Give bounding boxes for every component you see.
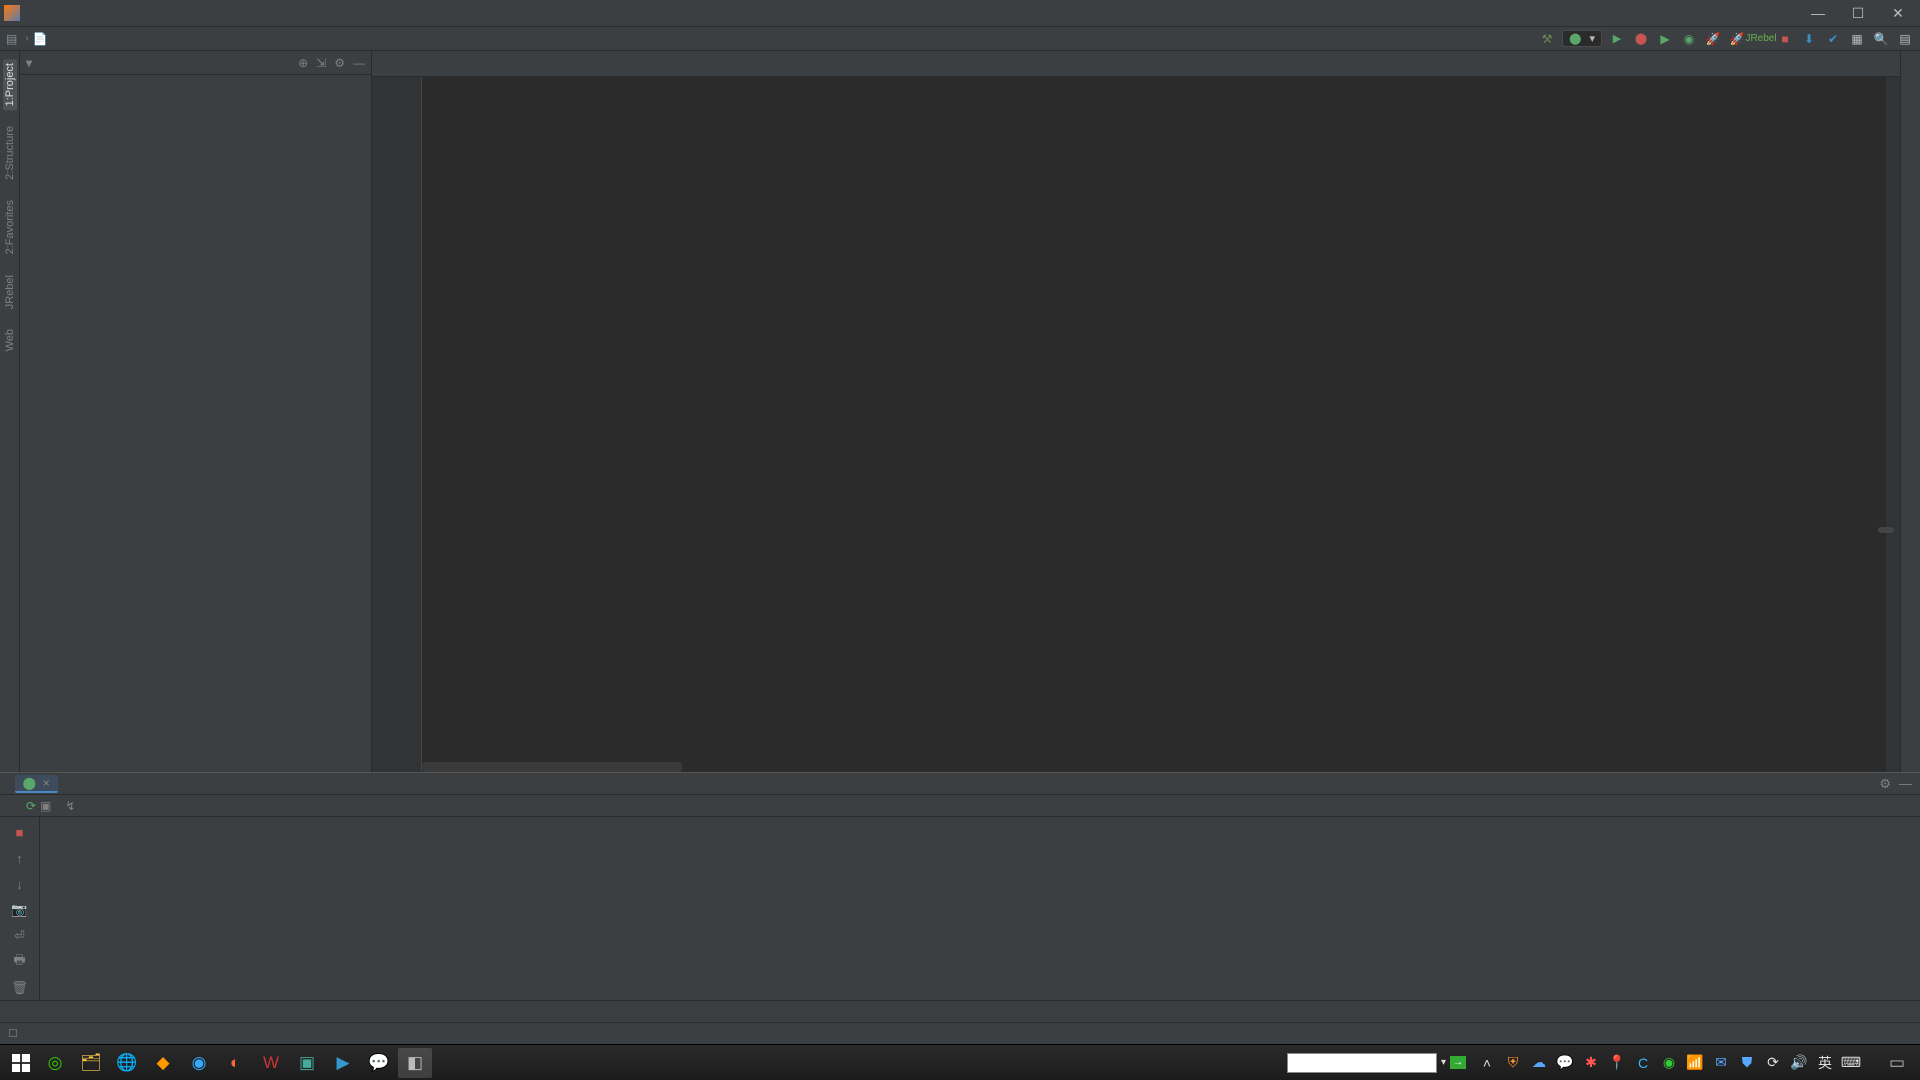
- tray-ime-icon[interactable]: ⌨: [1842, 1054, 1860, 1072]
- code-editor[interactable]: [422, 77, 1886, 772]
- tray-refresh-icon[interactable]: ⟳: [1764, 1054, 1782, 1072]
- profile-button[interactable]: ◉: [1680, 30, 1698, 48]
- project-toolwindow-button[interactable]: 1:Project: [3, 59, 17, 110]
- address-input[interactable]: [1287, 1053, 1437, 1073]
- tray-cloud-icon[interactable]: ☁: [1530, 1054, 1548, 1072]
- taskbar-chrome-icon[interactable]: 🌐: [110, 1048, 144, 1078]
- jrebel-debug-icon[interactable]: 🚀: [1728, 30, 1746, 48]
- coverage-button[interactable]: ▶: [1656, 30, 1674, 48]
- endpoints-subtab[interactable]: ↯: [65, 799, 75, 813]
- taskbar-sublime-icon[interactable]: ◆: [146, 1048, 180, 1078]
- console-subtab[interactable]: ▣: [40, 799, 51, 813]
- tray-c-icon[interactable]: C: [1634, 1054, 1652, 1072]
- hammer-icon[interactable]: ⚒: [1538, 30, 1556, 48]
- favorites-toolwindow-button[interactable]: 2:Favorites: [3, 196, 17, 258]
- stop-icon[interactable]: ■: [11, 823, 29, 841]
- trash-icon[interactable]: 🗑: [11, 979, 29, 997]
- debug-button[interactable]: [1632, 30, 1650, 48]
- taskbar-edge-icon[interactable]: ◉: [182, 1048, 216, 1078]
- windows-taskbar: ◎ 🗂 🌐 ◆ ◉ ◐ W ▣ ▶ 💬 ◧ ▾ → ˄ ⛨ ☁ 💬 ✱ 📍 C …: [0, 1044, 1920, 1080]
- left-toolwindow-strip: 1:Project 2:Structure 2:Favorites JRebel…: [0, 51, 20, 772]
- line-gutter: [372, 77, 422, 772]
- git-update-icon[interactable]: ⬇: [1800, 30, 1818, 48]
- run-left-toolbar: ■ ↑ ↓ 📷 ⏎ 🖶 🗑: [0, 817, 40, 1000]
- run-config-selector[interactable]: ⬤ ▾: [1562, 30, 1602, 47]
- project-header[interactable]: [26, 56, 32, 70]
- up-icon[interactable]: ↑: [11, 849, 29, 867]
- breadcrumb: ▤ › 📄: [6, 32, 52, 46]
- vertical-scrollbar[interactable]: [1886, 77, 1900, 772]
- taskbar-wechat-icon[interactable]: 💬: [362, 1048, 396, 1078]
- tray-volume-icon[interactable]: 🔊: [1790, 1054, 1808, 1072]
- structure-toolwindow-button[interactable]: 2:Structure: [3, 122, 17, 184]
- tray-pin-icon[interactable]: 📍: [1608, 1054, 1626, 1072]
- taskbar-wps-icon[interactable]: W: [254, 1048, 288, 1078]
- project-panel: ⊕ ⇲ ⚙ —: [20, 51, 372, 772]
- title-bar: — ☐ ✕: [0, 0, 1920, 27]
- hide-icon[interactable]: —: [353, 56, 365, 70]
- jrebel-icon[interactable]: JRebel: [1752, 30, 1770, 48]
- folder-icon: ▤: [6, 32, 17, 46]
- run-hide-icon[interactable]: —: [1899, 776, 1912, 792]
- close-button[interactable]: ✕: [1880, 2, 1916, 24]
- taskbar-explorer-icon[interactable]: 🗂: [74, 1048, 108, 1078]
- tray-shield-icon[interactable]: ⛨: [1504, 1054, 1522, 1072]
- nav-bar: ▤ › 📄 ⚒ ⬤ ▾ ▶ ◉ 🚀 🚀 JRebel ■ ⬇ ✔ ▦ 🔍: [0, 27, 1920, 51]
- editor-zone: [372, 51, 1900, 772]
- taskbar-idea-icon[interactable]: ◧: [398, 1048, 432, 1078]
- taskbar-notifications-icon[interactable]: ▭: [1880, 1048, 1914, 1078]
- tray-wecom-icon[interactable]: ◉: [1660, 1054, 1678, 1072]
- status-bar: ☐: [0, 1022, 1920, 1044]
- tray-up-icon[interactable]: ˄: [1478, 1054, 1496, 1072]
- run-panel: ⬤ × ⚙ — ⟳ ▣ ↯ ■ ↑ ↓ 📷 ⏎ 🖶 🗑: [0, 772, 1920, 1000]
- tray-safe-icon[interactable]: ⛊: [1738, 1054, 1756, 1072]
- wrap-icon[interactable]: ⏎: [11, 927, 29, 945]
- file-icon: 📄: [33, 32, 48, 46]
- run-config-tab[interactable]: ⬤ ×: [15, 775, 58, 793]
- gear-icon[interactable]: ⚙: [334, 56, 345, 70]
- tray-net-icon[interactable]: 📶: [1686, 1054, 1704, 1072]
- rerun-icon[interactable]: ⟳: [26, 799, 36, 813]
- chevron-down-icon: ▾: [1589, 32, 1595, 45]
- expand-icon[interactable]: ⇲: [316, 56, 326, 70]
- dropdown-icon[interactable]: ▾: [1441, 1057, 1446, 1068]
- down-icon[interactable]: ↓: [11, 875, 29, 893]
- project-tree[interactable]: [20, 75, 371, 772]
- taskbar-app1-icon[interactable]: ◐: [218, 1048, 252, 1078]
- tray-mail-icon[interactable]: ✉: [1712, 1054, 1730, 1072]
- jrebel-toolwindow-button[interactable]: JRebel: [3, 271, 17, 313]
- ime-badge: [1878, 527, 1894, 533]
- chevron-right-icon: ›: [25, 33, 28, 44]
- settings-icon[interactable]: ▤: [1896, 30, 1914, 48]
- editor-tabs: [372, 51, 1900, 77]
- bottom-toolstrip: [0, 1000, 1920, 1022]
- right-toolwindow-strip: [1900, 51, 1920, 772]
- jrebel-run-icon[interactable]: 🚀: [1704, 30, 1722, 48]
- maximize-button[interactable]: ☐: [1840, 2, 1876, 24]
- go-icon[interactable]: →: [1450, 1056, 1466, 1069]
- run-button[interactable]: [1608, 30, 1626, 48]
- tray-lang-icon[interactable]: 英: [1816, 1054, 1834, 1072]
- taskbar-360-icon[interactable]: ◎: [38, 1048, 72, 1078]
- camera-icon[interactable]: 📷: [11, 901, 29, 919]
- taskbar-video-icon[interactable]: ▶: [326, 1048, 360, 1078]
- horizontal-scrollbar[interactable]: [422, 762, 682, 772]
- minimize-button[interactable]: —: [1800, 2, 1836, 24]
- app-logo-icon: [4, 5, 20, 21]
- status-progress-icon: ☐: [8, 1027, 21, 1040]
- start-button[interactable]: [6, 1049, 36, 1077]
- locate-icon[interactable]: ⊕: [298, 56, 308, 70]
- search-icon[interactable]: 🔍: [1872, 30, 1890, 48]
- run-gear-icon[interactable]: ⚙: [1879, 776, 1891, 792]
- taskbar-teams-icon[interactable]: ▣: [290, 1048, 324, 1078]
- web-toolwindow-button[interactable]: Web: [3, 325, 17, 355]
- tray-puzzle-icon[interactable]: ✱: [1582, 1054, 1600, 1072]
- print-icon[interactable]: 🖶: [11, 953, 29, 971]
- tray-chat-icon[interactable]: 💬: [1556, 1054, 1574, 1072]
- stop-button[interactable]: ■: [1776, 30, 1794, 48]
- git-push-icon[interactable]: ✔: [1824, 30, 1842, 48]
- layout-icon[interactable]: ▦: [1848, 30, 1866, 48]
- console-output[interactable]: [40, 817, 1920, 1000]
